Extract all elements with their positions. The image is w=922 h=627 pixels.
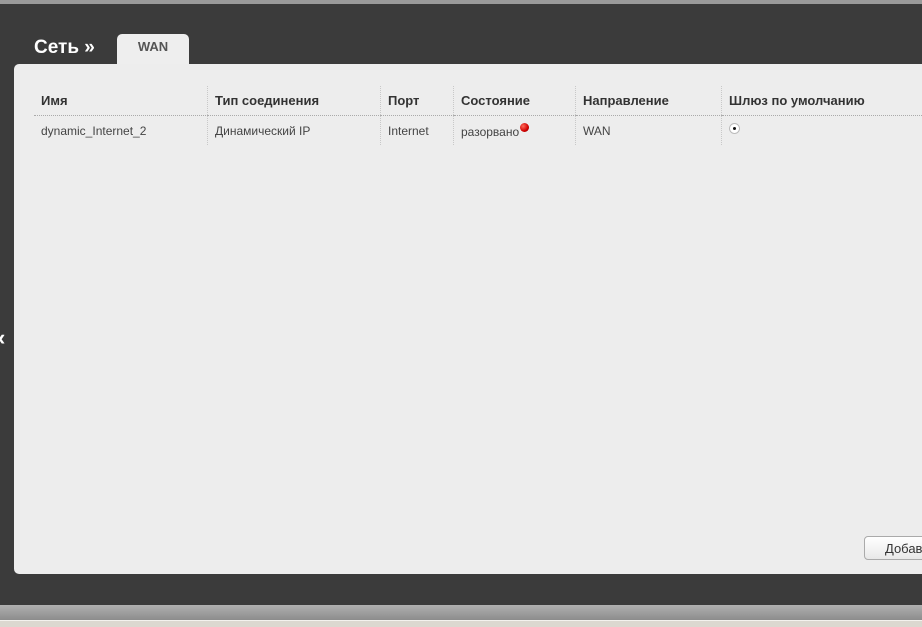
add-button[interactable]: Добавить bbox=[864, 536, 922, 560]
column-header-port: Порт bbox=[381, 86, 454, 116]
content-panel: Имя Тип соединения Порт Состояние Направ… bbox=[14, 64, 922, 574]
column-header-type: Тип соединения bbox=[208, 86, 381, 116]
cell-type: Динамический IP bbox=[208, 116, 381, 146]
page-title: Сеть » bbox=[34, 37, 95, 59]
cell-port: Internet bbox=[381, 116, 454, 146]
default-gateway-radio[interactable] bbox=[729, 123, 740, 134]
column-header-status: Состояние bbox=[454, 86, 576, 116]
connections-table: Имя Тип соединения Порт Состояние Направ… bbox=[34, 86, 922, 145]
column-header-direction: Направление bbox=[576, 86, 722, 116]
top-bar bbox=[0, 0, 922, 4]
cell-status: разорвано bbox=[454, 116, 576, 146]
column-header-default-gateway: Шлюз по умолчанию bbox=[722, 86, 922, 116]
cell-direction: WAN bbox=[576, 116, 722, 146]
status-red-dot-icon bbox=[520, 123, 529, 132]
status-text: разорвано bbox=[461, 125, 519, 139]
cell-default-gateway bbox=[722, 116, 922, 146]
table-header-row: Имя Тип соединения Порт Состояние Направ… bbox=[34, 86, 922, 116]
cell-name[interactable]: dynamic_Internet_2 bbox=[34, 116, 208, 146]
tab-wan[interactable]: WAN bbox=[117, 34, 189, 65]
bottom-bar bbox=[0, 605, 922, 620]
column-header-name: Имя bbox=[34, 86, 208, 116]
back-arrow-icon[interactable]: ‹ bbox=[0, 325, 5, 351]
table-row[interactable]: dynamic_Internet_2 Динамический IP Inter… bbox=[34, 116, 922, 146]
